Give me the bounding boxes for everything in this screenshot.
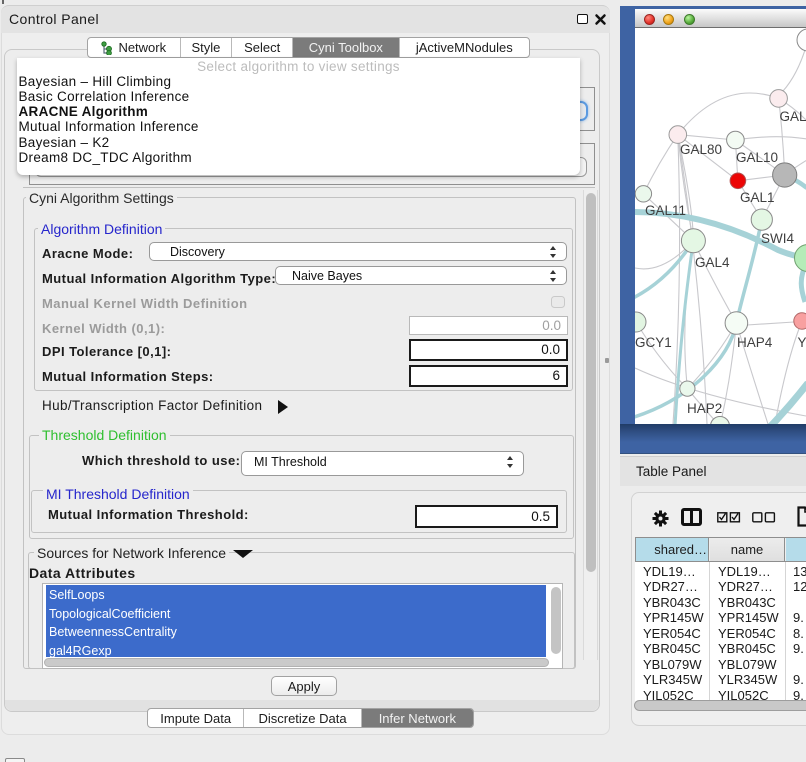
svg-text:GAL: GAL [780, 109, 806, 124]
svg-text:GAL11: GAL11 [645, 203, 686, 218]
svg-text:GAL1: GAL1 [740, 190, 775, 205]
svg-text:HAP2: HAP2 [687, 401, 722, 416]
svg-text:HAP4: HAP4 [737, 335, 773, 350]
svg-text:SWI4: SWI4 [761, 231, 794, 246]
svg-text:GAL4: GAL4 [695, 255, 730, 270]
svg-text:GCY1: GCY1 [635, 335, 672, 350]
svg-text:GAL10: GAL10 [736, 150, 778, 165]
svg-text:GAL80: GAL80 [680, 142, 722, 157]
svg-text:Y: Y [798, 335, 806, 350]
